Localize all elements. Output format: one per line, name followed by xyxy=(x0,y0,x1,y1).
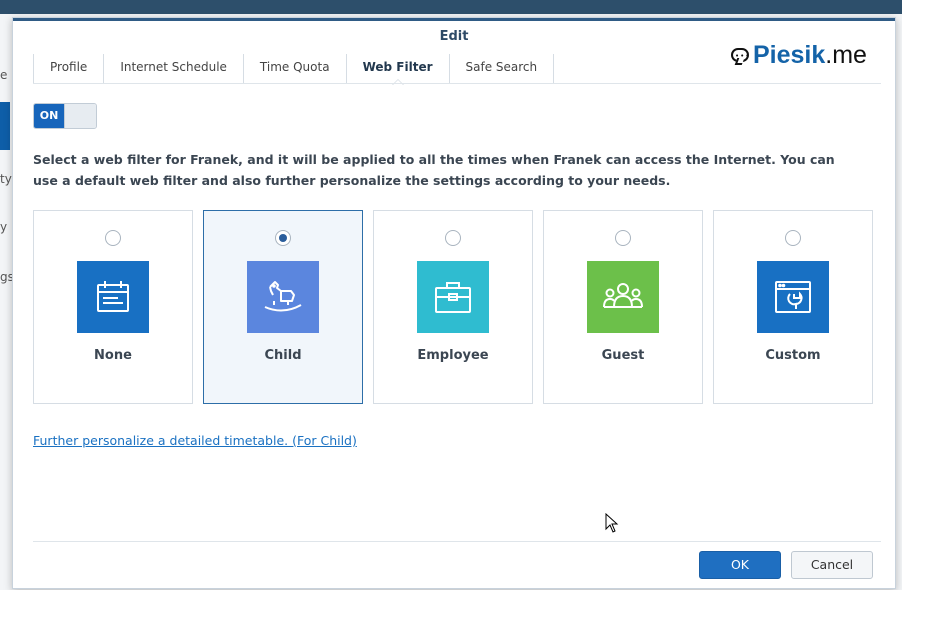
filter-card-guest[interactable]: Guest xyxy=(543,210,703,404)
tab-time-quota[interactable]: Time Quota xyxy=(244,54,347,84)
background-header xyxy=(0,0,910,14)
tab-web-filter[interactable]: Web Filter xyxy=(347,54,450,85)
footer-divider xyxy=(33,541,881,542)
mouse-cursor-icon xyxy=(605,512,619,537)
tab-label: Time Quota xyxy=(259,60,330,74)
tab-label: Web Filter xyxy=(362,60,433,74)
brand-logo: ••• Piesik .me xyxy=(731,40,867,70)
rocking-horse-icon xyxy=(247,261,319,333)
filter-radio-custom[interactable] xyxy=(785,230,801,246)
active-tab-caret xyxy=(391,79,404,85)
filter-radio-child[interactable] xyxy=(275,230,291,246)
tab-safe-search[interactable]: Safe Search xyxy=(450,54,555,84)
toggle-knob xyxy=(64,104,96,128)
group-icon xyxy=(587,261,659,333)
filter-label-none: None xyxy=(94,348,132,363)
dialog-top-accent xyxy=(13,18,895,21)
tab-profile[interactable]: Profile xyxy=(33,54,105,84)
filter-card-custom[interactable]: Custom xyxy=(713,210,873,404)
brand-name-part2: .me xyxy=(825,40,867,69)
filter-label-custom: Custom xyxy=(765,348,821,363)
tab-label: Internet Schedule xyxy=(120,60,227,74)
torn-edge-bottom xyxy=(0,590,939,620)
filter-label-child: Child xyxy=(264,348,302,363)
cancel-button[interactable]: Cancel xyxy=(791,551,873,579)
background-sidebar-text: ty xyxy=(0,172,12,186)
filter-label-employee: Employee xyxy=(417,348,489,363)
filter-label-guest: Guest xyxy=(601,348,645,363)
web-filter-toggle[interactable]: ON xyxy=(33,103,97,129)
background-sidebar-selected xyxy=(0,102,10,150)
briefcase-icon xyxy=(417,261,489,333)
brand-name-part1: Piesik xyxy=(753,40,826,69)
filter-options: None Child Employee Guest Custom xyxy=(33,210,883,404)
filter-card-none[interactable]: None xyxy=(33,210,193,404)
web-filter-description: Select a web filter for Franek, and it w… xyxy=(33,152,835,188)
filter-radio-employee[interactable] xyxy=(445,230,461,246)
background-sidebar-text: y xyxy=(0,220,8,234)
tab-bar: Profile Internet Schedule Time Quota Web… xyxy=(33,54,555,85)
ok-button[interactable]: OK xyxy=(699,551,781,579)
calendar-icon xyxy=(77,261,149,333)
filter-radio-none[interactable] xyxy=(105,230,121,246)
tab-internet-schedule[interactable]: Internet Schedule xyxy=(104,54,244,84)
edit-dialog: Edit ••• Piesik .me Profile Internet Sche… xyxy=(12,17,896,589)
browser-wrench-icon xyxy=(757,261,829,333)
filter-card-child[interactable]: Child xyxy=(203,210,363,404)
filter-radio-guest[interactable] xyxy=(615,230,631,246)
tab-label: Profile xyxy=(50,60,88,74)
chat-bubble-icon: ••• xyxy=(731,48,749,62)
tab-divider xyxy=(33,83,881,84)
tab-label: Safe Search xyxy=(465,60,538,74)
background-sidebar-text: e xyxy=(0,68,8,82)
toggle-on-label: ON xyxy=(34,104,64,128)
torn-edge-right xyxy=(902,0,939,620)
filter-card-employee[interactable]: Employee xyxy=(373,210,533,404)
personalize-timetable-link[interactable]: Further personalize a detailed timetable… xyxy=(33,433,357,448)
